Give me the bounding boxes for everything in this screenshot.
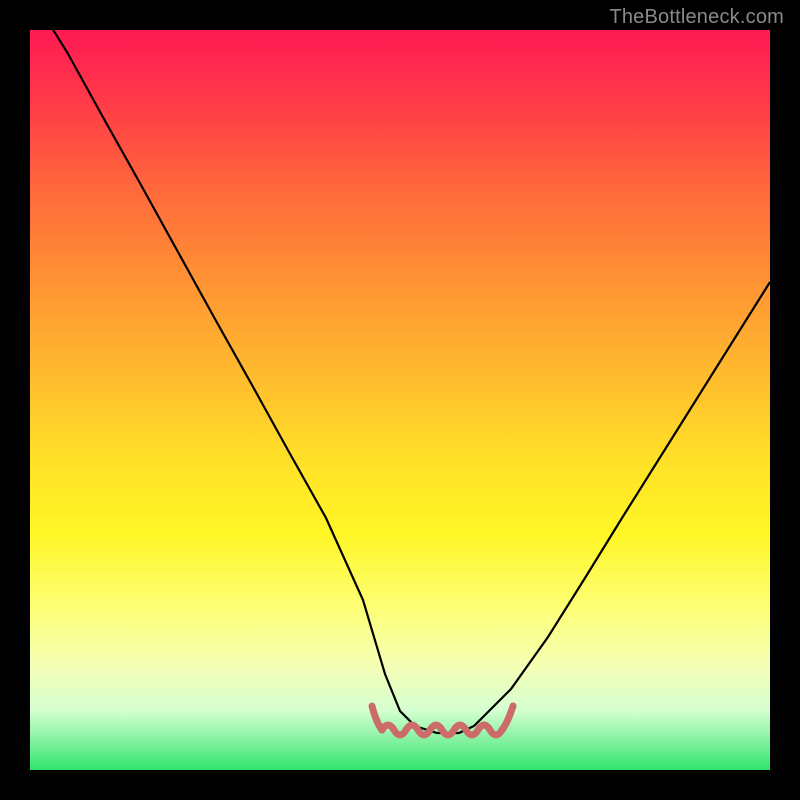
flat-region-right-tail: [502, 706, 513, 730]
curve-layer: [30, 30, 770, 770]
flat-region-left-tail: [372, 706, 382, 730]
flat-region-marker: [382, 725, 502, 735]
watermark-text: TheBottleneck.com: [609, 6, 784, 29]
chart-frame: TheBottleneck.com: [0, 0, 800, 800]
plot-area: [30, 30, 770, 770]
bottleneck-curve: [30, 30, 770, 733]
